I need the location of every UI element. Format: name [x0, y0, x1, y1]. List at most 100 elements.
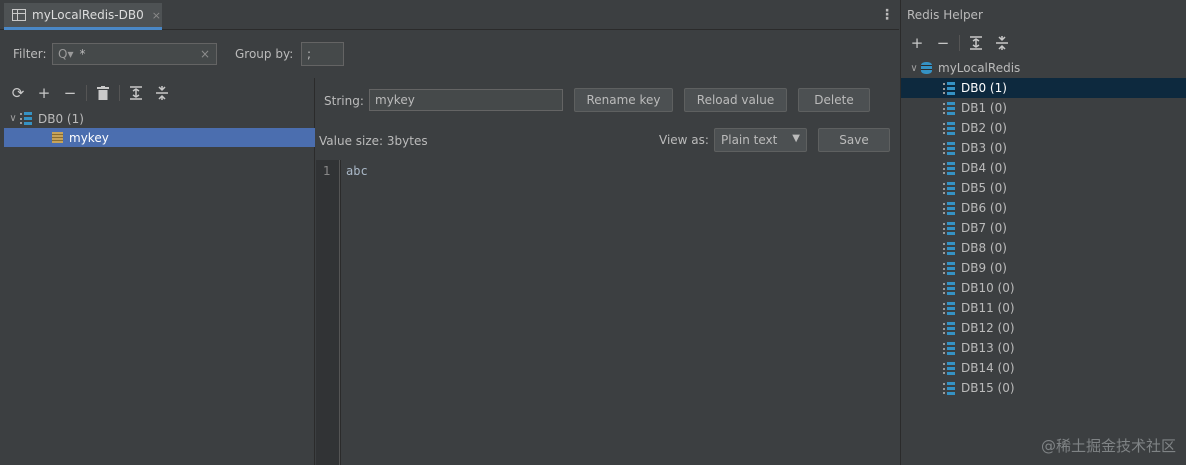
- database-item[interactable]: DB3 (0): [901, 138, 1186, 158]
- database-icon: [943, 241, 955, 255]
- tree-node-db0[interactable]: ∨ DB0 (1): [0, 109, 315, 128]
- collapse-all-icon[interactable]: [989, 32, 1015, 54]
- database-item[interactable]: DB10 (0): [901, 278, 1186, 298]
- expand-all-icon[interactable]: [123, 82, 149, 104]
- string-label: String:: [324, 94, 364, 108]
- value-content: abc: [346, 164, 368, 178]
- database-icon: [943, 301, 955, 315]
- database-item[interactable]: DB15 (0): [901, 378, 1186, 398]
- group-by-label: Group by:: [235, 47, 294, 61]
- database-icon: [943, 361, 955, 375]
- refresh-icon[interactable]: ⟳: [5, 82, 31, 104]
- connection-tree: ∨ myLocalRedis DB0 (1) DB1 (0) DB2 (0) DB3 …: [901, 58, 1186, 398]
- key-toolbar: ⟳ + −: [5, 82, 175, 104]
- database-label: DB13 (0): [961, 341, 1015, 355]
- tab-mylocalredis-db0[interactable]: myLocalRedis-DB0 ×: [4, 3, 162, 30]
- table-icon: [12, 9, 26, 21]
- database-label: DB15 (0): [961, 381, 1015, 395]
- database-item[interactable]: DB8 (0): [901, 238, 1186, 258]
- view-as-select[interactable]: Plain text ▼: [714, 128, 807, 152]
- chevron-down-icon[interactable]: ∨: [907, 63, 921, 74]
- database-label: DB14 (0): [961, 361, 1015, 375]
- more-options-icon[interactable]: ⋮: [880, 8, 894, 22]
- database-label: DB1 (0): [961, 101, 1007, 115]
- database-label: DB3 (0): [961, 141, 1007, 155]
- trash-icon[interactable]: [90, 82, 116, 104]
- watermark: @稀土掘金技术社区: [1040, 437, 1176, 455]
- close-icon[interactable]: ×: [152, 9, 161, 22]
- collapse-all-icon[interactable]: [149, 82, 175, 104]
- database-label: DB7 (0): [961, 221, 1007, 235]
- view-as-label: View as:: [659, 133, 709, 147]
- database-icon: [943, 121, 955, 135]
- database-icon: [943, 321, 955, 335]
- group-by-input[interactable]: ;: [301, 42, 344, 66]
- database-item[interactable]: DB9 (0): [901, 258, 1186, 278]
- key-tree-panel: ⟳ + − ∨ DB0 (1) mykey: [0, 78, 315, 465]
- database-item[interactable]: DB1 (0): [901, 98, 1186, 118]
- remove-icon[interactable]: −: [57, 82, 83, 104]
- database-label: DB2 (0): [961, 121, 1007, 135]
- add-icon[interactable]: +: [904, 32, 930, 54]
- database-icon: [943, 281, 955, 295]
- database-item[interactable]: DB2 (0): [901, 118, 1186, 138]
- value-editor: String: mykey Rename key Reload value De…: [316, 78, 899, 465]
- delete-button[interactable]: Delete: [798, 88, 870, 112]
- redis-console-window: myLocalRedis-DB0 × ⋮ Filter: Q▾ * × Grou…: [0, 0, 899, 465]
- database-label: DB10 (0): [961, 281, 1015, 295]
- rename-key-button[interactable]: Rename key: [574, 88, 673, 112]
- dropdown-arrow-icon: ▼: [792, 133, 800, 144]
- search-icon[interactable]: Q▾: [58, 47, 73, 61]
- filter-input[interactable]: Q▾ * ×: [52, 43, 217, 65]
- value-size-label: Value size: 3bytes: [319, 134, 428, 148]
- tree-key-mykey[interactable]: mykey: [4, 128, 315, 147]
- key-name-value: mykey: [375, 93, 415, 107]
- connection-label: myLocalRedis: [938, 61, 1021, 75]
- value-text-editor[interactable]: 1 abc: [316, 160, 899, 465]
- helper-title: Redis Helper: [907, 8, 983, 22]
- database-label: DB11 (0): [961, 301, 1015, 315]
- remove-icon[interactable]: −: [930, 32, 956, 54]
- redis-helper-panel: Redis Helper + − ∨ myLocalRedis DB0 (1) D…: [900, 0, 1186, 465]
- database-item[interactable]: DB14 (0): [901, 358, 1186, 378]
- database-item[interactable]: DB12 (0): [901, 318, 1186, 338]
- expand-all-icon[interactable]: [963, 32, 989, 54]
- save-button[interactable]: Save: [818, 128, 890, 152]
- redis-icon: [921, 62, 932, 74]
- key-name-input[interactable]: mykey: [369, 89, 563, 111]
- editor-text-area[interactable]: abc: [341, 160, 899, 465]
- group-by-value: ;: [307, 47, 312, 61]
- filter-label: Filter:: [13, 47, 47, 61]
- database-item[interactable]: DB13 (0): [901, 338, 1186, 358]
- clear-icon[interactable]: ×: [200, 47, 210, 61]
- filter-bar: Filter: Q▾ * × Group by: ;: [0, 31, 899, 77]
- database-item[interactable]: DB4 (0): [901, 158, 1186, 178]
- line-number: 1: [323, 164, 331, 178]
- database-icon: [943, 261, 955, 275]
- database-icon: [943, 161, 955, 175]
- database-item[interactable]: DB0 (1): [901, 78, 1186, 98]
- database-icon: [943, 221, 955, 235]
- database-item[interactable]: DB11 (0): [901, 298, 1186, 318]
- database-item[interactable]: DB5 (0): [901, 178, 1186, 198]
- database-label: DB12 (0): [961, 321, 1015, 335]
- tree-node-label: DB0 (1): [38, 111, 84, 126]
- database-item[interactable]: DB7 (0): [901, 218, 1186, 238]
- reload-value-button[interactable]: Reload value: [684, 88, 787, 112]
- toolbar-separator: [86, 85, 87, 101]
- helper-toolbar: + −: [904, 32, 1015, 54]
- database-icon: [943, 81, 955, 95]
- tab-label: myLocalRedis-DB0: [32, 8, 144, 22]
- database-icon: [943, 181, 955, 195]
- database-icon: [943, 381, 955, 395]
- database-label: DB6 (0): [961, 201, 1007, 215]
- add-icon[interactable]: +: [31, 82, 57, 104]
- connection-node[interactable]: ∨ myLocalRedis: [901, 58, 1186, 78]
- database-label: DB4 (0): [961, 161, 1007, 175]
- database-icon: [943, 141, 955, 155]
- database-item[interactable]: DB6 (0): [901, 198, 1186, 218]
- view-as-value: Plain text: [721, 133, 778, 147]
- database-label: DB8 (0): [961, 241, 1007, 255]
- toolbar-separator: [959, 35, 960, 51]
- chevron-down-icon[interactable]: ∨: [6, 113, 20, 124]
